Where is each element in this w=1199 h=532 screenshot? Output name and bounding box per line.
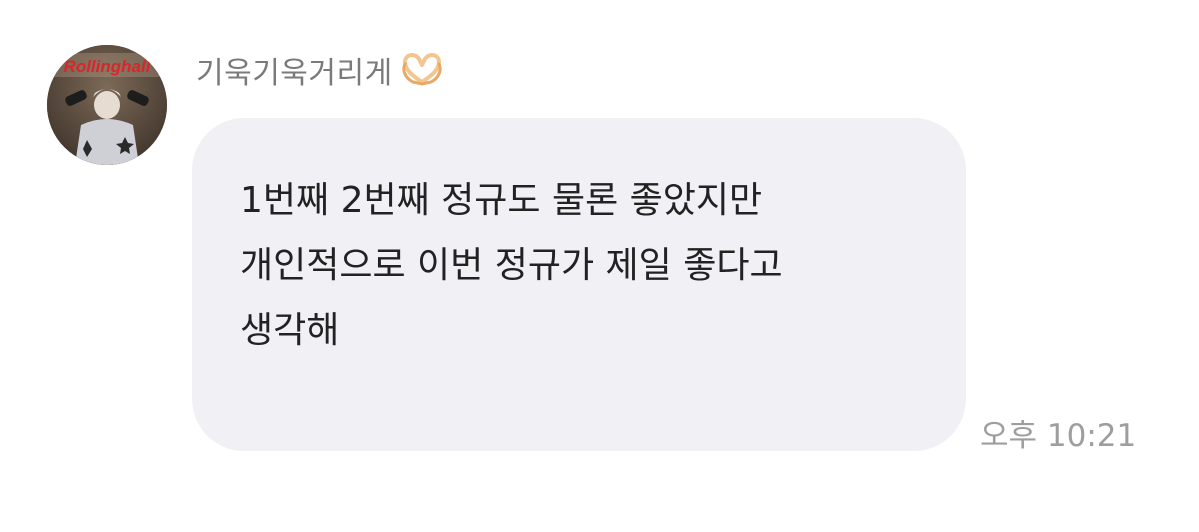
- avatar-photo: Rollinghall: [47, 45, 167, 165]
- heart-hands-icon: [399, 52, 445, 88]
- chat-screen: Rollinghall 기욱기욱거리게 1번째 2번째 정규도 물론 좋았지만 …: [0, 0, 1199, 532]
- sender-name-row: 기욱기욱거리게: [196, 50, 445, 91]
- message-timestamp: 오후 10:21: [980, 418, 1137, 454]
- message-text: 1번째 2번째 정규도 물론 좋았지만 개인적으로 이번 정규가 제일 좋다고 …: [240, 180, 783, 351]
- avatar-sign-text: Rollinghall: [64, 57, 152, 76]
- avatar[interactable]: Rollinghall: [47, 45, 167, 165]
- sender-name: 기욱기욱거리게: [196, 56, 393, 91]
- message-bubble[interactable]: 1번째 2번째 정규도 물론 좋았지만 개인적으로 이번 정규가 제일 좋다고 …: [192, 118, 966, 451]
